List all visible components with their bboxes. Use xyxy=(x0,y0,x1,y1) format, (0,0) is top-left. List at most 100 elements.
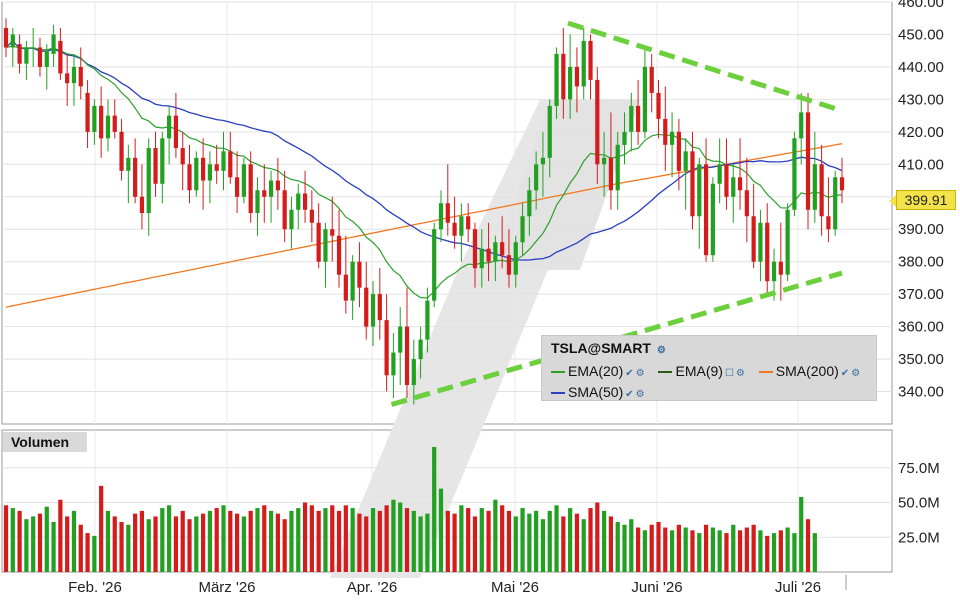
legend-ema20[interactable]: EMA(20) ✔ ⚙ xyxy=(551,363,645,379)
candle-body xyxy=(765,222,770,282)
volume-bar xyxy=(534,510,539,572)
candle-body xyxy=(642,66,648,132)
candle-body xyxy=(432,229,437,301)
legend-sma200[interactable]: SMA(200) ✔ ⚙ xyxy=(758,363,860,379)
candle-body xyxy=(649,66,654,93)
legend-sma50[interactable]: SMA(50) ✔ ⚙ xyxy=(551,384,645,400)
candle-body xyxy=(588,40,593,80)
volume-bar xyxy=(438,488,444,572)
check-icon[interactable]: ✔ xyxy=(625,368,633,379)
volume-bar xyxy=(343,505,348,572)
gear-icon[interactable]: ⚙ xyxy=(657,345,666,356)
candle-body xyxy=(92,105,97,132)
volume-bar xyxy=(119,521,124,572)
gear-icon[interactable]: ⚙ xyxy=(851,368,860,379)
check-icon[interactable]: ✔ xyxy=(841,368,849,379)
candle-body xyxy=(391,352,396,376)
x-tick-label: Juli '26 xyxy=(775,579,821,596)
volume-bar xyxy=(486,510,491,572)
candle-body xyxy=(466,216,471,230)
volume-bar xyxy=(71,510,77,572)
candle-body xyxy=(703,164,709,256)
legend-sma200-label: SMA(200) xyxy=(775,363,839,379)
x-tick-label: Apr. '26 xyxy=(347,579,397,596)
volume-bar xyxy=(65,516,70,572)
volume-bar xyxy=(302,502,308,572)
candle-body xyxy=(180,148,185,165)
candle-body xyxy=(534,164,539,191)
candle-body xyxy=(472,229,478,269)
gear-icon[interactable]: ⚙ xyxy=(636,389,645,400)
legend-sma50-label: SMA(50) xyxy=(568,384,624,400)
volume-bar xyxy=(445,510,450,572)
volume-bar xyxy=(452,513,457,572)
candle-body xyxy=(710,183,715,256)
volume-bar xyxy=(513,516,518,572)
candle-body xyxy=(833,177,838,230)
candle-body xyxy=(452,222,457,236)
gear-icon[interactable]: ⚙ xyxy=(736,368,745,379)
candle-body xyxy=(187,164,192,191)
volume-bar xyxy=(377,510,382,572)
check-icon[interactable]: ☐ xyxy=(725,368,734,379)
candle-body xyxy=(234,177,240,197)
candle-body xyxy=(656,92,661,119)
candle-body xyxy=(459,216,464,236)
gear-icon[interactable]: ⚙ xyxy=(636,368,645,379)
candle-body xyxy=(479,248,484,269)
check-icon[interactable]: ✔ xyxy=(625,389,633,400)
price-tick-label: 440.00 xyxy=(898,59,944,76)
volume-bar xyxy=(78,524,83,572)
candle-body xyxy=(289,209,294,230)
candle-body xyxy=(71,66,77,84)
volume-bar xyxy=(282,519,287,572)
volume-tick-label: 50.0M xyxy=(898,495,940,512)
candle-body xyxy=(160,138,165,184)
volume-bar xyxy=(228,510,233,572)
candle-body xyxy=(228,151,233,178)
candle-body xyxy=(839,177,845,191)
volume-bar xyxy=(105,510,111,572)
volume-bar xyxy=(180,510,185,572)
candle-body xyxy=(554,53,559,106)
volume-bar xyxy=(234,513,240,572)
candle-body xyxy=(622,131,627,145)
volume-bar xyxy=(683,527,688,572)
volume-bar xyxy=(737,530,743,572)
candle-body xyxy=(581,40,586,87)
volume-bar xyxy=(459,505,464,572)
candle-body xyxy=(364,287,369,327)
candle-body xyxy=(126,157,131,171)
candle-body xyxy=(547,105,552,158)
candle-body xyxy=(167,115,172,139)
volume-bar xyxy=(799,496,804,572)
volume-bar xyxy=(241,516,246,572)
candle-body xyxy=(500,242,505,256)
price-volume-chart: 460.00450.00440.00430.00420.00410.00400.… xyxy=(1,0,944,596)
volume-bar xyxy=(3,505,9,572)
volume-bar xyxy=(506,510,512,572)
candle-body xyxy=(398,326,403,353)
legend-ema9[interactable]: EMA(9) ☐ ⚙ xyxy=(658,363,745,379)
volume-bar xyxy=(99,485,104,572)
candle-body xyxy=(445,203,450,223)
candle-body xyxy=(404,326,410,386)
legend-row-2: SMA(50) ✔ ⚙ xyxy=(551,384,655,400)
volume-bar xyxy=(248,510,253,572)
candle-body xyxy=(112,115,117,132)
volume-bar xyxy=(669,530,675,572)
volume-bar xyxy=(479,508,484,572)
candle-body xyxy=(819,164,824,217)
volume-bar xyxy=(126,524,131,572)
candle-body xyxy=(350,261,355,301)
last-price-tag: 399.91 xyxy=(889,190,956,210)
volume-bar xyxy=(697,533,702,572)
candle-body xyxy=(343,274,348,301)
chart-legend: TSLA@SMART ⚙ EMA(20) ✔ ⚙ EMA(9) ☐ ⚙ SMA(200)… xyxy=(541,335,877,401)
volume-bar xyxy=(255,508,260,572)
volume-bar xyxy=(133,513,138,572)
price-tick-label: 420.00 xyxy=(898,124,944,141)
candle-body xyxy=(153,148,158,184)
candle-body xyxy=(411,359,416,386)
volume-bar xyxy=(153,516,158,572)
